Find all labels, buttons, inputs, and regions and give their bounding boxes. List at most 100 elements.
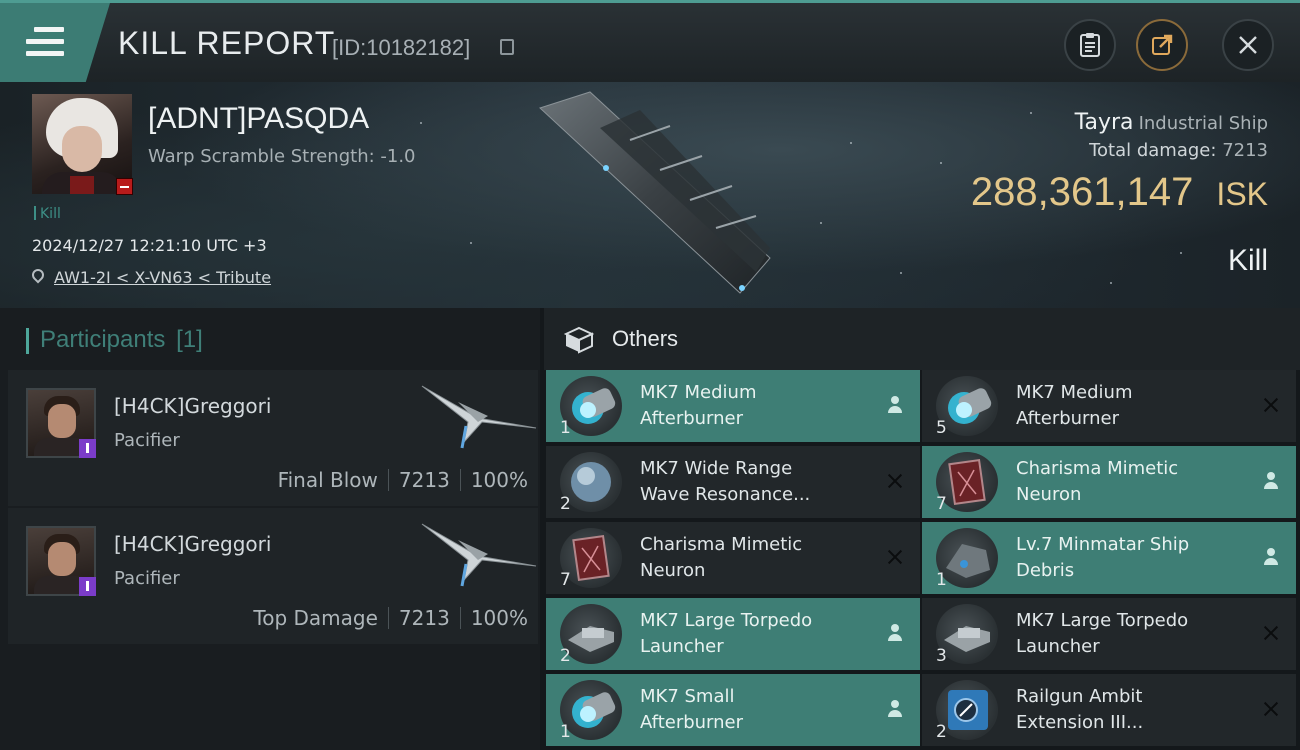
item-quantity: 3 [936, 646, 947, 666]
share-button[interactable] [1136, 19, 1188, 71]
item-quantity: 7 [560, 570, 571, 590]
victim-ship-type: Tayra Industrial Ship [1075, 110, 1268, 135]
participant-ship: Pacifier [114, 568, 180, 589]
total-damage-value: 7213 [1222, 140, 1268, 161]
item-quantity: 7 [936, 494, 947, 514]
loot-item[interactable]: 1 MK7 Medium Afterburner [546, 370, 920, 442]
participant-ship: Pacifier [114, 430, 180, 451]
others-header: Others [544, 308, 1300, 370]
item-name-line1: MK7 Medium [1016, 382, 1133, 403]
item-quantity: 1 [560, 418, 571, 438]
person-icon [884, 394, 906, 416]
item-quantity: 1 [936, 570, 947, 590]
participant-damage: 7213 [398, 606, 450, 630]
victim-name[interactable]: [ADNT]PASQDA [148, 102, 369, 136]
menu-button[interactable] [0, 3, 110, 82]
item-name-line1: MK7 Large Torpedo [640, 610, 813, 631]
item-quantity: 2 [936, 722, 947, 742]
close-button[interactable] [1222, 19, 1274, 71]
item-name-line1: Charisma Mimetic [640, 534, 803, 555]
item-name-line1: MK7 Large Torpedo [1016, 610, 1189, 631]
item-name-line1: Railgun Ambit [1016, 686, 1143, 707]
warp-scramble-strength: Warp Scramble Strength: -1.0 [148, 146, 416, 167]
victim-banner: [ADNT]PASQDA Warp Scramble Strength: -1.… [0, 82, 1300, 308]
loot-item[interactable]: 5 MK7 Medium Afterburner [922, 370, 1296, 442]
total-damage-label: Total damage: [1089, 140, 1217, 161]
victim-ship-image [539, 91, 771, 294]
participant-role: Top Damage [253, 606, 378, 630]
cargo-box-icon [564, 326, 594, 354]
loot-item[interactable]: 2 Railgun Ambit Extension III... [922, 674, 1296, 746]
participant-stats: Final Blow 7213 100% [278, 468, 528, 492]
kill-timestamp: 2024/12/27 12:21:10 UTC +3 [32, 236, 267, 255]
participants-count: [1] [176, 326, 203, 353]
participants-header: Participants [1] [26, 326, 203, 354]
item-name-line2: Extension III... [1016, 712, 1144, 733]
loot-item[interactable]: 3 MK7 Large Torpedo Launcher [922, 598, 1296, 670]
item-name-line2: Afterburner [640, 408, 744, 429]
destroyed-x-icon [1260, 698, 1282, 720]
loot-item[interactable]: 2 MK7 Wide Range Wave Resonance... [546, 446, 920, 518]
item-name-line1: MK7 Wide Range [640, 458, 793, 479]
victim-status-badge [116, 178, 133, 195]
report-id: [ID:10182182] [332, 35, 471, 60]
item-name-line1: Charisma Mimetic [1016, 458, 1179, 479]
item-name: Charisma Mimetic Neuron [1016, 456, 1246, 508]
clipboard-button[interactable] [1064, 19, 1116, 71]
item-name-line2: Launcher [1016, 636, 1100, 657]
isk-amount: 288,361,147 [970, 170, 1194, 214]
total-damage: Total damage: 7213 [1089, 140, 1268, 161]
item-quantity: 2 [560, 494, 571, 514]
participant-badge [79, 577, 96, 596]
destroyed-x-icon [884, 470, 906, 492]
item-name-line2: Neuron [1016, 484, 1082, 505]
participant-name[interactable]: [H4CK]Greggori [114, 532, 271, 556]
participant-card[interactable]: [H4CK]Greggori Pacifier Top Damage 7213 10… [8, 508, 538, 644]
loot-item[interactable]: 7 Charisma Mimetic Neuron [922, 446, 1296, 518]
participants-label: Participants [40, 326, 166, 353]
person-icon [884, 698, 906, 720]
destroyed-x-icon [884, 546, 906, 568]
participant-card[interactable]: [H4CK]Greggori Pacifier Final Blow 7213 10… [8, 370, 538, 506]
isk-unit: ISK [1216, 176, 1268, 212]
copy-icon[interactable] [500, 39, 514, 55]
loot-item[interactable]: 1 MK7 Small Afterburner [546, 674, 920, 746]
item-name-line1: MK7 Small [640, 686, 735, 707]
destroyed-x-icon [1260, 394, 1282, 416]
loot-item[interactable]: 7 Charisma Mimetic Neuron [546, 522, 920, 594]
item-name-line1: Lv.7 Minmatar Ship [1016, 534, 1190, 555]
location-link[interactable]: AW1-2I < X-VN63 < Tribute [54, 268, 271, 287]
item-name: Lv.7 Minmatar Ship Debris [1016, 532, 1246, 584]
item-name-line2: Afterburner [640, 712, 744, 733]
participant-badge [79, 439, 96, 458]
participant-stats: Top Damage 7213 100% [253, 606, 528, 630]
item-quantity: 1 [560, 722, 571, 742]
item-name: MK7 Large Torpedo Launcher [640, 608, 870, 660]
others-label: Others [612, 326, 679, 351]
participant-ship-image [421, 523, 537, 587]
person-icon [1260, 546, 1282, 568]
participant-name[interactable]: [H4CK]Greggori [114, 394, 271, 418]
item-name: MK7 Large Torpedo Launcher [1016, 608, 1246, 660]
participant-damage: 7213 [398, 468, 450, 492]
item-name: Charisma Mimetic Neuron [640, 532, 870, 584]
header-bar: KILL REPORT [ID:10182182] [0, 0, 1300, 82]
participants-panel: Participants [1] [H4CK]Greggori Pacifier… [0, 308, 540, 750]
item-name-line2: Afterburner [1016, 408, 1120, 429]
item-name: MK7 Medium Afterburner [640, 380, 870, 432]
person-icon [884, 622, 906, 644]
loot-item[interactable]: 2 MK7 Large Torpedo Launcher [546, 598, 920, 670]
item-quantity: 2 [560, 646, 571, 666]
item-name-line2: Neuron [640, 560, 706, 581]
menu-icon [26, 27, 64, 63]
participant-percent: 100% [470, 606, 528, 630]
clipboard-icon [1080, 33, 1100, 57]
item-name-line2: Launcher [640, 636, 724, 657]
close-icon [1239, 36, 1257, 54]
loot-item[interactable]: 1 Lv.7 Minmatar Ship Debris [922, 522, 1296, 594]
item-name: MK7 Small Afterburner [640, 684, 870, 736]
share-icon [1152, 34, 1173, 55]
participant-role: Final Blow [277, 468, 378, 492]
item-name: Railgun Ambit Extension III... [1016, 684, 1246, 736]
kill-tag: Kill [34, 206, 61, 222]
